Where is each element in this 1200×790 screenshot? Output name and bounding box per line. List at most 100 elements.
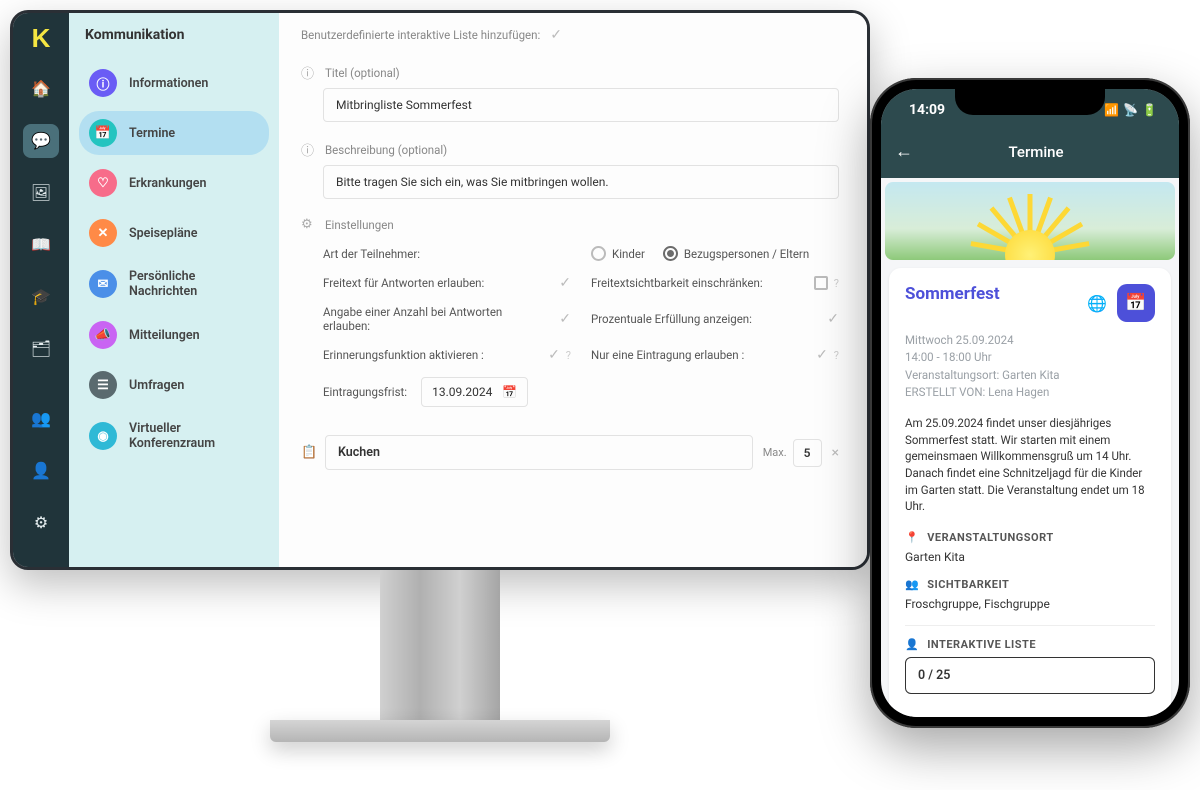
sidebar-item-konferenzraum[interactable]: ◉Virtueller Konferenzraum bbox=[79, 413, 269, 459]
opt-single: Nur eine Eintragung erlauben : bbox=[591, 348, 744, 362]
event-time: 14:00 - 18:00 Uhr bbox=[905, 349, 1155, 366]
sidebar-item-speiseplaene[interactable]: ✕Speisepläne bbox=[79, 211, 269, 255]
nav-userplus-icon[interactable]: 👤 bbox=[23, 454, 59, 488]
event-description: Am 25.09.2024 findet unser diesjähriges … bbox=[905, 415, 1155, 515]
max-control: Max. 5 bbox=[763, 439, 822, 467]
monitor-base bbox=[270, 720, 610, 742]
info-circle-icon: ⓘ bbox=[301, 63, 315, 82]
sidebar-item-umfragen[interactable]: ☰Umfragen bbox=[79, 363, 269, 407]
sec-visibility-head: SICHTBARKEIT bbox=[927, 578, 1009, 591]
sidebar-item-termine[interactable]: 📅Termine bbox=[79, 111, 269, 155]
nav-home-icon[interactable]: 🏠 bbox=[23, 72, 59, 106]
app-logo: K bbox=[32, 23, 51, 54]
sec-list-head: INTERAKTIVE LISTE bbox=[927, 638, 1036, 651]
nav-stack-icon[interactable]: 🗂 bbox=[23, 332, 59, 366]
phone-header: ← Termine bbox=[881, 131, 1179, 178]
toggle-check-icon[interactable]: ✓ bbox=[816, 347, 828, 363]
description-label: Beschreibung (optional) bbox=[325, 143, 447, 157]
event-banner bbox=[885, 182, 1175, 260]
sec-location-head: VERANSTALTUNGSORT bbox=[927, 531, 1053, 544]
sec-visibility-body: Froschgruppe, Fischgruppe bbox=[905, 597, 1155, 611]
event-date: Mittwoch 25.09.2024 bbox=[905, 332, 1155, 349]
interactive-list-box[interactable]: 0 / 25 bbox=[905, 657, 1155, 694]
nav-settings-icon[interactable]: ⚙ bbox=[23, 506, 59, 540]
event-creator: ERSTELLT VON: Lena Hagen bbox=[905, 384, 1155, 401]
battery-icon: 🔋 bbox=[1142, 103, 1157, 117]
event-location-line: Veranstaltungsort: Garten Kita bbox=[905, 367, 1155, 384]
mail-icon: ✉ bbox=[89, 270, 117, 298]
participant-label: Art der Teilnehmer: bbox=[323, 247, 571, 261]
megaphone-icon: 📣 bbox=[89, 321, 117, 349]
event-card: Sommerfest 🌐 📅 Mittwoch 25.09.2024 14:00… bbox=[889, 268, 1171, 717]
calendar-icon: 📅 bbox=[502, 385, 517, 399]
nav-group-icon[interactable]: 👥 bbox=[23, 402, 59, 436]
description-input[interactable]: Bitte tragen Sie sich ein, was Sie mitbr… bbox=[323, 165, 839, 199]
toggle-check-icon[interactable]: ✓ bbox=[559, 275, 571, 291]
deadline-input[interactable]: 13.09.2024📅 bbox=[421, 377, 528, 407]
settings-label: Einstellungen bbox=[325, 218, 394, 232]
title-input[interactable]: Mitbringliste Sommerfest bbox=[323, 88, 839, 122]
nav-chat-icon[interactable]: 💬 bbox=[23, 124, 59, 158]
video-icon: ◉ bbox=[89, 422, 117, 450]
clipboard-icon: 📋 bbox=[301, 445, 315, 460]
calendar-icon: 📅 bbox=[89, 119, 117, 147]
sidebar: Kommunikation ⓘInformationen 📅Termine ♡E… bbox=[69, 13, 279, 567]
toggle-check-icon[interactable]: ✓ bbox=[827, 311, 839, 327]
max-input[interactable]: 5 bbox=[793, 439, 822, 467]
calendar-button[interactable]: 📅 bbox=[1117, 284, 1155, 322]
heart-icon: ♡ bbox=[89, 169, 117, 197]
info-circle-icon: ⓘ bbox=[301, 140, 315, 159]
opt-freitext: Freitext für Antworten erlauben: bbox=[323, 276, 484, 290]
radio-eltern[interactable]: Bezugspersonen / Eltern bbox=[663, 246, 809, 261]
sidebar-item-mitteilungen[interactable]: 📣Mitteilungen bbox=[79, 313, 269, 357]
remove-item-icon[interactable]: × bbox=[832, 445, 839, 461]
phone-header-title: Termine bbox=[927, 143, 1145, 161]
help-icon[interactable]: ? bbox=[566, 349, 571, 362]
signal-icon: 📶 bbox=[1104, 103, 1119, 117]
back-icon[interactable]: ← bbox=[895, 141, 913, 162]
status-time: 14:09 bbox=[909, 102, 945, 118]
main-form: Benutzerdefinierte interaktive Liste hin… bbox=[279, 13, 867, 567]
phone-frame: 14:09 📶 📡 🔋 ← Termine Sommerfe bbox=[870, 78, 1190, 728]
phone-notch bbox=[955, 89, 1105, 115]
wifi-icon: 📡 bbox=[1123, 103, 1138, 117]
group-icon: 👥 bbox=[905, 578, 919, 591]
checkbox-icon[interactable] bbox=[814, 276, 828, 290]
nav-book-icon[interactable]: 📖 bbox=[23, 228, 59, 262]
radio-kinder[interactable]: Kinder bbox=[591, 246, 645, 261]
sidebar-item-erkrankungen[interactable]: ♡Erkrankungen bbox=[79, 161, 269, 205]
opt-visibility: Freitextsichtbarkeit einschränken: bbox=[591, 276, 763, 290]
sidebar-item-nachrichten[interactable]: ✉Persönliche Nachrichten bbox=[79, 261, 269, 307]
poll-icon: ☰ bbox=[89, 371, 117, 399]
deadline-label: Eintragungsfrist: bbox=[323, 385, 407, 399]
globe-icon[interactable]: 🌐 bbox=[1087, 294, 1107, 313]
nav-graduation-icon[interactable]: 🎓 bbox=[23, 280, 59, 314]
help-icon[interactable]: ? bbox=[834, 277, 839, 290]
toggle-check-icon[interactable]: ✓ bbox=[559, 311, 571, 327]
sec-location-body: Garten Kita bbox=[905, 550, 1155, 564]
radio-off-icon bbox=[591, 246, 606, 261]
info-icon: ⓘ bbox=[89, 69, 117, 97]
check-icon: ✓ bbox=[550, 27, 562, 43]
nav-image-icon[interactable]: 🖼 bbox=[23, 176, 59, 210]
radio-on-icon bbox=[663, 246, 678, 261]
help-icon[interactable]: ? bbox=[834, 349, 839, 362]
event-title: Sommerfest bbox=[905, 284, 1000, 304]
form-header: Benutzerdefinierte interaktive Liste hin… bbox=[301, 28, 540, 42]
sidebar-item-informationen[interactable]: ⓘInformationen bbox=[79, 61, 269, 105]
phone-screen: 14:09 📶 📡 🔋 ← Termine Sommerfe bbox=[881, 89, 1179, 717]
opt-count: Angabe einer Anzahl bei Antworten erlaub… bbox=[323, 305, 551, 333]
nav-rail: K 🏠 💬 🖼 📖 🎓 🗂 👥 👤 ⚙ bbox=[13, 13, 69, 567]
desktop-monitor: K 🏠 💬 🖼 📖 🎓 🗂 👥 👤 ⚙ Kommunikation ⓘInfor… bbox=[10, 10, 870, 742]
sidebar-title: Kommunikation bbox=[79, 27, 269, 43]
monitor-stand bbox=[380, 570, 500, 720]
divider bbox=[905, 625, 1155, 626]
item-input[interactable]: Kuchen bbox=[325, 435, 753, 470]
opt-reminder: Erinnerungsfunktion aktivieren : bbox=[323, 348, 484, 362]
pin-icon: 📍 bbox=[905, 531, 919, 544]
food-icon: ✕ bbox=[89, 219, 117, 247]
person-add-icon: 👤 bbox=[905, 638, 919, 651]
desktop-screen: K 🏠 💬 🖼 📖 🎓 🗂 👥 👤 ⚙ Kommunikation ⓘInfor… bbox=[10, 10, 870, 570]
toggle-check-icon[interactable]: ✓ bbox=[548, 347, 560, 363]
opt-percent: Prozentuale Erfüllung anzeigen: bbox=[591, 312, 752, 326]
